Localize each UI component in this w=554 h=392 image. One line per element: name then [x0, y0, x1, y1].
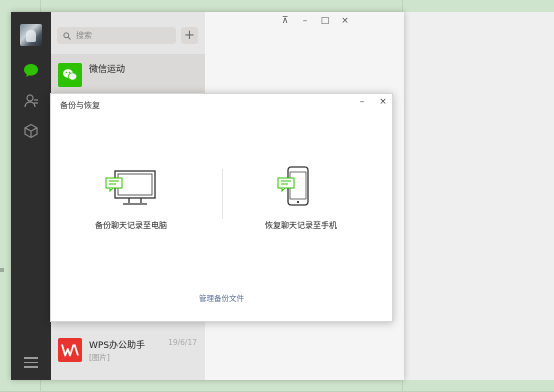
backup-to-pc-option[interactable]: 备份聊天记录至电脑: [61, 164, 201, 234]
manage-backup-link[interactable]: 管理备份文件: [51, 293, 392, 304]
close-button[interactable]: ×: [338, 15, 352, 27]
chat-name: WPS办公助手: [89, 341, 146, 351]
search-icon: [63, 31, 71, 40]
phone-icon: [277, 166, 309, 206]
menu-icon[interactable]: [24, 357, 38, 368]
sidebar: [11, 12, 51, 380]
computer-icon: [105, 170, 156, 205]
dialog-title: 备份与恢复: [60, 101, 100, 110]
contacts-icon[interactable]: [23, 93, 39, 109]
dialog-minimize-button[interactable]: –: [356, 97, 368, 107]
chat-name: 微信运动: [89, 65, 126, 75]
dialog-close-button[interactable]: ×: [377, 97, 389, 107]
background-mark: [0, 268, 4, 272]
background-window: [404, 12, 554, 380]
search-input[interactable]: 搜索: [57, 27, 176, 44]
minimize-button[interactable]: –: [298, 15, 312, 27]
pin-button[interactable]: ⊼: [278, 15, 292, 27]
backup-restore-dialog: 备份与恢复 – × 备份聊天记录至电脑 恢复聊天记录至手机 管理备份文件: [50, 93, 393, 322]
restore-label: 恢复聊天记录至手机: [265, 221, 337, 230]
wechat-sport-icon: [58, 63, 82, 87]
list-item[interactable]: WPS办公助手 [图片] 19/6/17: [51, 332, 205, 380]
divider: [222, 169, 223, 219]
favorites-icon[interactable]: [23, 123, 39, 139]
backup-label: 备份聊天记录至电脑: [95, 221, 167, 230]
chat-time: 19/6/17: [168, 338, 197, 347]
chat-preview: [图片]: [89, 353, 110, 362]
search-placeholder: 搜索: [76, 31, 92, 40]
avatar[interactable]: [20, 24, 42, 46]
add-button[interactable]: +: [181, 27, 198, 44]
restore-to-phone-option[interactable]: 恢复聊天记录至手机: [236, 164, 376, 234]
maximize-button[interactable]: □: [318, 15, 332, 27]
wps-icon: [58, 338, 82, 362]
chat-icon[interactable]: [23, 62, 39, 78]
